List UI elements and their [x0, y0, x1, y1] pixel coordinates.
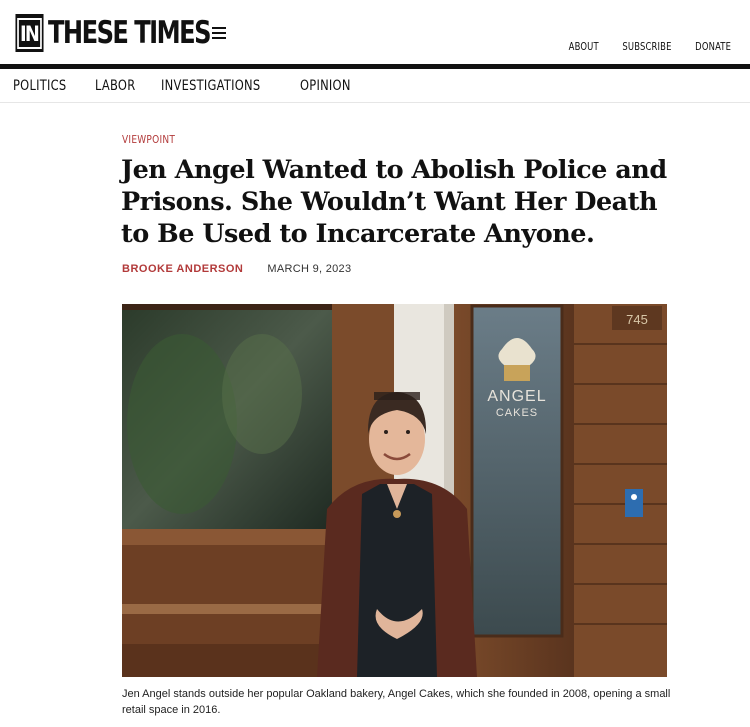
top-links: ABOUT SUBSCRIBE DONATE	[566, 40, 734, 53]
house-number: 745	[626, 312, 648, 327]
nav-labor[interactable]: LABOR	[95, 78, 135, 94]
article-headline: Jen Angel Wanted to Abolish Police and P…	[121, 155, 667, 249]
subscribe-link[interactable]: SUBSCRIBE	[622, 40, 671, 53]
article-photo: ANGEL CAKES 745	[122, 304, 667, 677]
about-link[interactable]: ABOUT	[569, 40, 599, 53]
logo-wordmark: THESE TIMES	[48, 15, 211, 51]
nav-investigations[interactable]: INVESTIGATIONS	[161, 78, 260, 94]
masthead-rule	[0, 64, 750, 69]
nav-divider	[0, 102, 750, 103]
sign-cakes: CAKES	[496, 407, 538, 419]
logo-in-box: IN	[15, 14, 44, 52]
donate-link[interactable]: DONATE	[695, 40, 731, 53]
menu-icon[interactable]	[212, 27, 226, 39]
masthead: IN THESE TIMES ABOUT SUBSCRIBE DONATE	[0, 0, 750, 69]
author-link[interactable]: BROOKE ANDERSON	[122, 263, 243, 275]
nav-opinion[interactable]: OPINION	[300, 78, 351, 94]
publish-date: MARCH 9, 2023	[267, 263, 352, 275]
sign-angel: ANGEL	[487, 388, 546, 405]
section-nav: POLITICS LABOR INVESTIGATIONS OPINION	[13, 78, 351, 94]
article-kicker[interactable]: VIEWPOINT	[122, 133, 175, 146]
nav-politics[interactable]: POLITICS	[13, 78, 66, 94]
byline: BROOKE ANDERSON MARCH 9, 2023	[122, 263, 351, 275]
photo-caption: Jen Angel stands outside her popular Oak…	[122, 688, 671, 716]
